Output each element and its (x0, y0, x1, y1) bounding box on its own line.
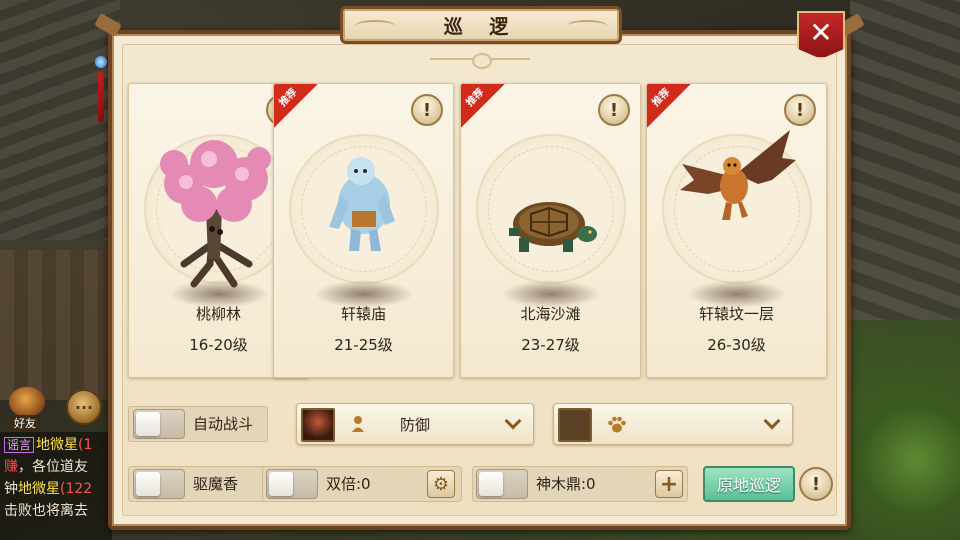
yeti-monster-icon (328, 157, 395, 251)
shenmuding-toggle[interactable] (476, 469, 528, 499)
recommended-ribbon: 推荐 (647, 84, 691, 128)
stone-wall (850, 0, 960, 320)
exclamation-icon: ! (609, 99, 619, 121)
chat-player-level: (122 (60, 481, 93, 497)
card-info-button[interactable]: ! (411, 94, 443, 126)
title-swirl-ornament (355, 20, 395, 32)
exclamation-icon: ! (422, 99, 432, 121)
gear-icon: ⚙ (432, 473, 450, 495)
stance-value: 防御 (399, 416, 430, 434)
chat-line: 赚，各位道友 (4, 456, 108, 478)
card-level-range: 23-27级 (521, 336, 580, 354)
card-level-range: 26-30级 (707, 336, 766, 354)
shenmuding-add-button[interactable]: + (655, 470, 683, 498)
friend-label: 好友 (10, 415, 40, 431)
double-exp-toggle[interactable] (266, 469, 318, 499)
chat-button[interactable]: ··· (66, 389, 102, 425)
patrol-in-place-button[interactable]: 原地巡逻 (703, 466, 795, 502)
card-level-range: 21-25级 (334, 336, 393, 354)
chat-player-level: (1 (78, 437, 93, 453)
friend-icon (9, 387, 45, 417)
chat-line: 钟地微星(122 (4, 478, 108, 500)
auto-battle-label: 自动战斗 (193, 415, 254, 433)
window-title-plate: 巡 逻 (340, 6, 622, 44)
hanging-ornament (94, 40, 108, 140)
window-title: 巡 逻 (443, 15, 519, 38)
patrol-area-card-xuanyuanfen[interactable]: 推荐 ! 轩辕坟一层 26-30级 (646, 83, 827, 378)
recommended-label: 推荐 (650, 86, 673, 109)
recommended-ribbon: 推荐 (461, 84, 505, 128)
double-exp-settings-button[interactable]: ⚙ (427, 470, 455, 498)
tree-foliage (850, 340, 960, 540)
card-area-name: 北海沙滩 (520, 305, 581, 323)
card-info-button[interactable]: ! (598, 94, 630, 126)
jade-bead-icon (95, 56, 107, 68)
chat-player-name[interactable]: 地微星 (18, 481, 60, 497)
friend-button[interactable]: 好友 (6, 387, 48, 431)
title-swirl-ornament (567, 20, 607, 32)
patrol-area-card-xuanyuanmiao[interactable]: 推荐 ! 轩辕庙 21-25级 (273, 83, 454, 378)
card-info-button[interactable]: ! (784, 94, 816, 126)
shenmuding-label: 神木鼎:0 (536, 475, 596, 493)
recommended-label: 推荐 (464, 86, 487, 109)
recommended-ribbon: 推荐 (274, 84, 318, 128)
close-icon: ✕ (809, 16, 833, 49)
card-area-name: 轩辕庙 (340, 305, 386, 323)
chat-player-name[interactable]: 地微星 (36, 437, 78, 453)
chat-line: 谣言 地微星(1 (4, 434, 108, 456)
blossom-tree-monster-icon (159, 140, 271, 288)
chat-channel-tag: 谣言 (4, 437, 35, 453)
plus-icon: + (659, 471, 679, 497)
exclamation-icon: ! (811, 473, 821, 495)
chat-text: 钟 (4, 481, 18, 497)
exclamation-icon: ! (795, 99, 805, 121)
chat-text-red: 赚 (4, 459, 18, 475)
auto-battle-toggle[interactable] (133, 409, 185, 439)
chat-text: ，各位道友 (18, 459, 88, 475)
recommended-label: 推荐 (277, 86, 300, 109)
stance-dropdown[interactable]: 防御 (296, 403, 534, 445)
card-area-name: 轩辕坟一层 (698, 305, 774, 323)
turtle-monster-icon (508, 202, 597, 252)
chevron-down-icon (763, 412, 781, 430)
chat-bubble-icon: ··· (74, 397, 94, 417)
paw-icon (607, 416, 627, 434)
pet-slot-empty (558, 408, 592, 442)
title-divider-ornament (430, 51, 530, 69)
patrol-in-place-label: 原地巡逻 (716, 476, 781, 495)
patrol-info-button[interactable]: ! (799, 467, 833, 501)
patrol-area-card-beihaishatan[interactable]: 推荐 ! 北海沙滩 23-27级 (460, 83, 641, 378)
wooden-building (0, 250, 110, 400)
chat-text: 击败也将离去 (4, 503, 88, 519)
double-exp-label: 双倍:0 (326, 475, 371, 493)
bat-demon-monster-icon (679, 130, 796, 220)
chat-line: 击败也将离去 (4, 500, 108, 522)
tassel-icon (98, 72, 104, 122)
exorcism-incense-label: 驱魔香 (193, 475, 239, 493)
pet-dropdown[interactable] (553, 403, 793, 445)
chat-log[interactable]: 谣言 地微星(1 赚，各位道友 钟地微星(122 击败也将离去 (0, 432, 112, 540)
exorcism-incense-toggle[interactable] (133, 469, 185, 499)
